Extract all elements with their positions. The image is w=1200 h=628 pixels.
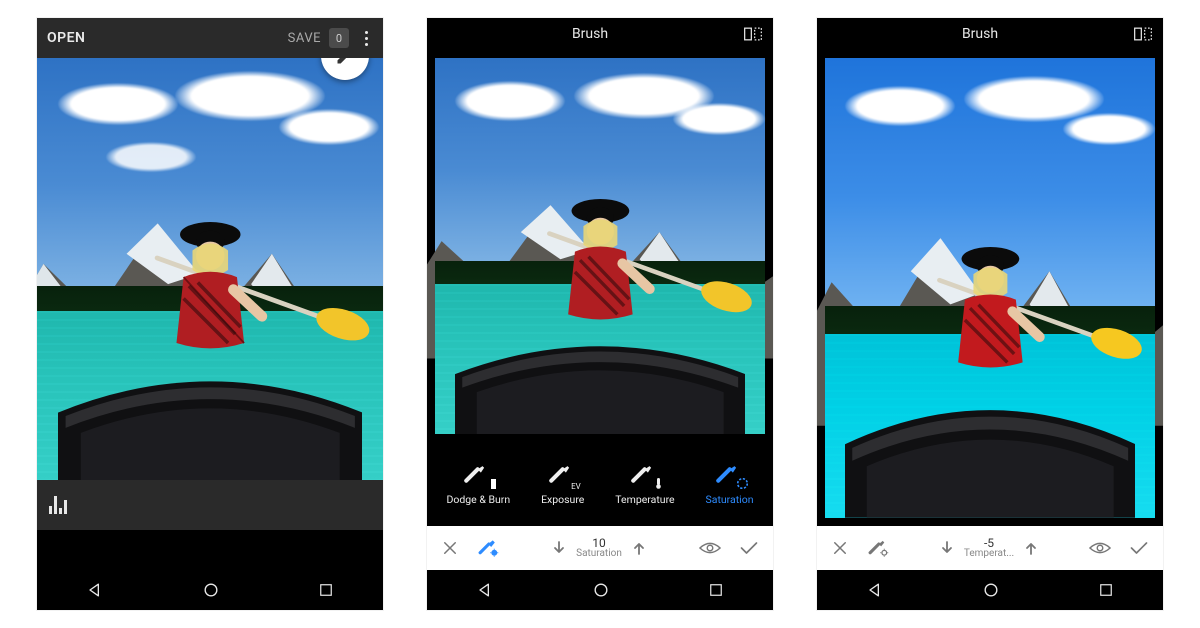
phone-main: OPEN SAVE 0 <box>37 18 383 610</box>
nav-back-button[interactable] <box>865 580 885 600</box>
pencil-icon <box>335 58 355 66</box>
value-label: Temperat... <box>964 549 1014 559</box>
increase-button[interactable] <box>1024 540 1038 556</box>
triangle-back-icon <box>475 580 495 600</box>
tool-label: Temperature <box>615 493 674 506</box>
tool-temperature[interactable]: Temperature <box>615 464 674 506</box>
screen-title: Brush <box>437 26 743 42</box>
thermo-icon <box>653 478 664 491</box>
histogram-button[interactable] <box>49 496 67 514</box>
topbar-brush: Brush <box>817 18 1163 50</box>
sub-icon <box>485 479 497 491</box>
bottom-bar <box>37 480 383 530</box>
save-button[interactable]: SAVE <box>288 31 321 46</box>
tool-label: Dodge & Burn <box>446 493 510 506</box>
arrow-down-icon <box>552 540 566 556</box>
value-display[interactable]: 10 Saturation <box>576 537 622 559</box>
brush-exposure-icon: EV <box>548 464 578 488</box>
mask-preview-button[interactable] <box>1089 540 1111 556</box>
increase-button[interactable] <box>632 540 646 556</box>
tool-label: Exposure <box>541 493 584 506</box>
eye-icon <box>699 540 721 556</box>
tool-exposure[interactable]: EV Exposure <box>541 464 584 506</box>
arrow-down-icon <box>940 540 954 556</box>
open-button[interactable]: OPEN <box>47 30 85 46</box>
compare-button[interactable] <box>1133 25 1153 43</box>
brush-dodgeburn-icon <box>463 464 493 488</box>
circle-home-icon <box>981 580 1001 600</box>
circle-home-icon <box>201 580 221 600</box>
topbar-main: OPEN SAVE 0 <box>37 18 383 58</box>
brush-settings-icon <box>867 538 889 558</box>
nav-back-button[interactable] <box>475 580 495 600</box>
decrease-button[interactable] <box>552 540 566 556</box>
photo-canvas[interactable] <box>427 50 773 442</box>
square-recent-icon <box>707 581 725 599</box>
compare-icon <box>1133 25 1153 43</box>
more-menu-button[interactable] <box>359 31 373 46</box>
nav-back-button[interactable] <box>85 580 105 600</box>
decrease-button[interactable] <box>940 540 954 556</box>
check-icon <box>739 540 759 556</box>
brush-saturation-icon <box>715 464 745 488</box>
nav-home-button[interactable] <box>981 580 1001 600</box>
apply-button[interactable] <box>1129 540 1149 556</box>
nav-home-button[interactable] <box>591 580 611 600</box>
compare-icon <box>743 25 763 43</box>
check-icon <box>1129 540 1149 556</box>
photo <box>825 58 1155 518</box>
edit-count-badge: 0 <box>329 28 349 48</box>
nav-recent-button[interactable] <box>707 581 725 599</box>
brush-settings-button[interactable] <box>477 538 499 558</box>
arrow-up-icon <box>632 540 646 556</box>
close-icon <box>441 539 459 557</box>
photo <box>435 58 765 434</box>
close-button[interactable] <box>831 539 849 557</box>
close-icon <box>831 539 849 557</box>
photo <box>37 58 383 480</box>
photo-canvas[interactable] <box>37 58 383 480</box>
circle-home-icon <box>591 580 611 600</box>
value-display[interactable]: -5 Temperat... <box>964 537 1014 559</box>
screen-title: Brush <box>827 26 1133 42</box>
nav-recent-button[interactable] <box>317 581 335 599</box>
android-nav <box>37 570 383 610</box>
triangle-back-icon <box>85 580 105 600</box>
nav-home-button[interactable] <box>201 580 221 600</box>
nav-recent-button[interactable] <box>1097 581 1115 599</box>
topbar-brush: Brush <box>427 18 773 50</box>
compare-button[interactable] <box>743 25 763 43</box>
android-nav <box>427 570 773 610</box>
square-recent-icon <box>1097 581 1115 599</box>
apply-button[interactable] <box>739 540 759 556</box>
brush-settings-icon <box>477 538 499 558</box>
brush-settings-button[interactable] <box>867 538 889 558</box>
value-label: Saturation <box>576 549 622 559</box>
value-toolbar: -5 Temperat... <box>817 526 1163 570</box>
colorwheel-icon <box>736 478 749 491</box>
value-toolbar: 10 Saturation <box>427 526 773 570</box>
more-icon <box>359 31 373 46</box>
android-nav <box>817 570 1163 610</box>
tool-dodge-burn[interactable]: Dodge & Burn <box>446 464 510 506</box>
square-recent-icon <box>317 581 335 599</box>
photo-canvas[interactable] <box>817 50 1163 526</box>
ev-badge: EV <box>570 482 582 491</box>
arrow-up-icon <box>1024 540 1038 556</box>
mask-preview-button[interactable] <box>699 540 721 556</box>
phone-brush-tools: Brush Dodge & Burn <box>427 18 773 610</box>
phone-brush-result: Brush <box>817 18 1163 610</box>
triangle-back-icon <box>865 580 885 600</box>
tool-label: Saturation <box>706 493 754 506</box>
eye-icon <box>1089 540 1111 556</box>
close-button[interactable] <box>441 539 459 557</box>
brush-tool-row: Dodge & Burn EV Exposure Temperature Sat… <box>427 442 773 526</box>
tool-saturation[interactable]: Saturation <box>706 464 754 506</box>
brush-temperature-icon <box>630 464 660 488</box>
